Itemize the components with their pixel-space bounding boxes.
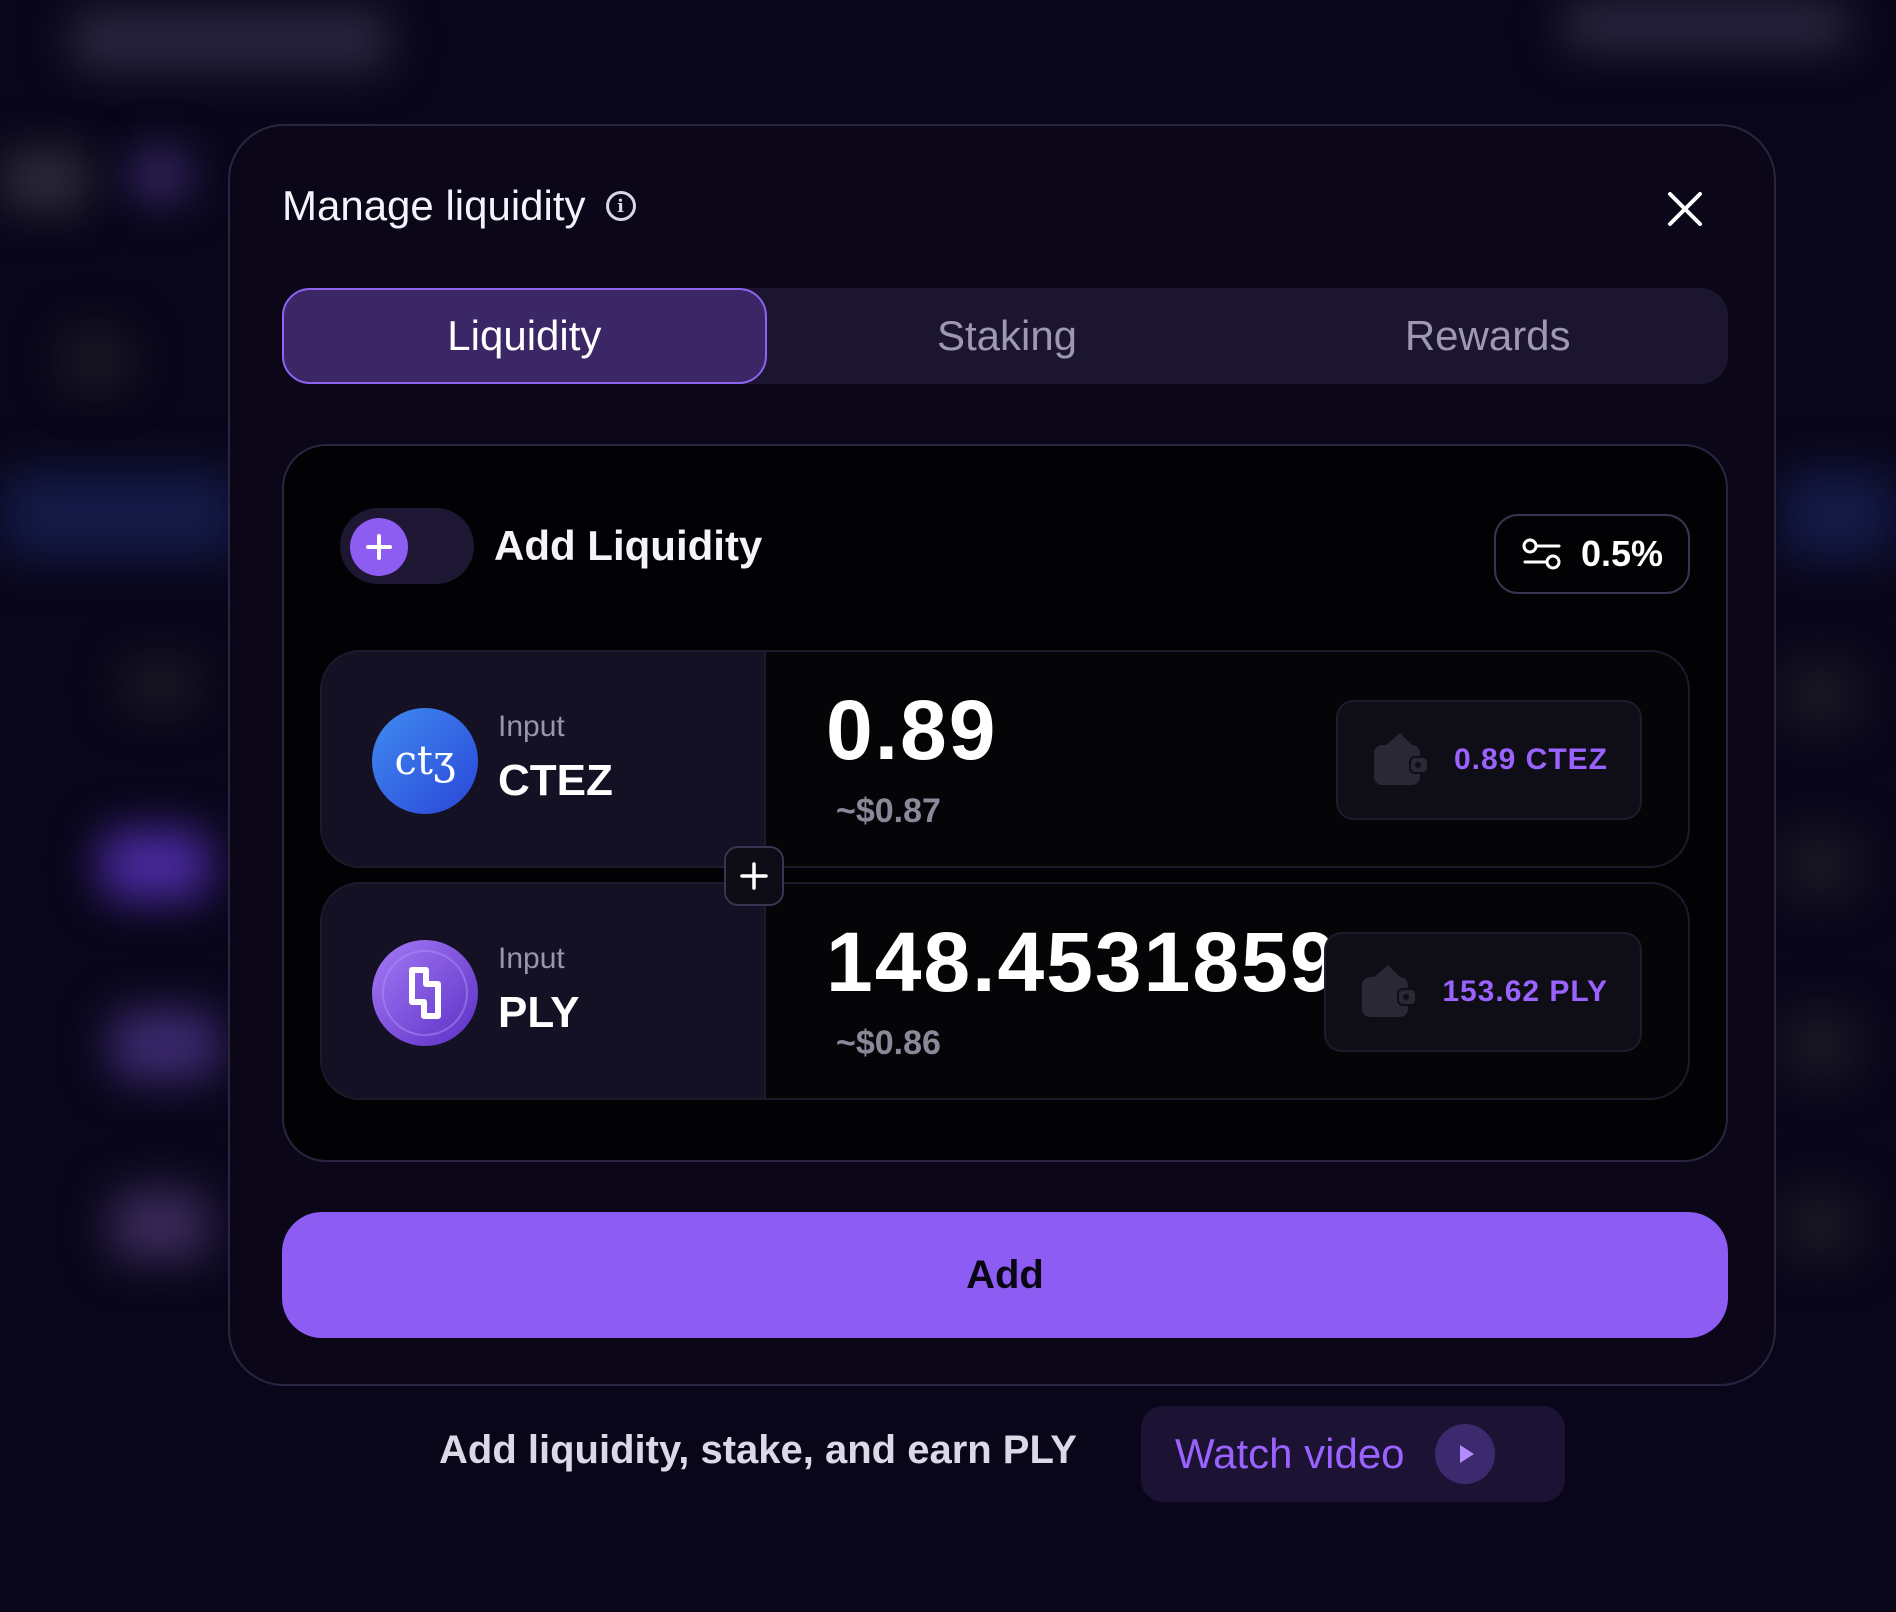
usd-value: ~$0.86: [836, 1024, 941, 1062]
balance-text: 153.62 PLY: [1442, 975, 1608, 1008]
token-symbol: PLY: [498, 988, 580, 1037]
close-button[interactable]: [1662, 186, 1708, 232]
max-balance-button[interactable]: 153.62 PLY: [1324, 932, 1642, 1052]
add-liquidity-panel: Add Liquidity 0.5% ctʒ Input CTEZ 0.89 ~…: [282, 444, 1728, 1162]
token-input-label: Input: [498, 942, 565, 975]
tab-rewards[interactable]: Rewards: [1247, 288, 1728, 384]
balance-text: 0.89 CTEZ: [1453, 743, 1608, 776]
plus-icon: [724, 846, 784, 906]
slippage-settings-button[interactable]: 0.5%: [1494, 514, 1690, 594]
watch-video-button[interactable]: Watch video: [1141, 1406, 1565, 1502]
ply-token-icon: [372, 940, 478, 1046]
usd-value: ~$0.87: [836, 792, 941, 830]
token-input-row: Input PLY 148.45318596 ~$0.86 153.62 PLY: [320, 882, 1690, 1100]
tab-bar: Liquidity Staking Rewards: [282, 288, 1728, 384]
token-input-row: ctʒ Input CTEZ 0.89 ~$0.87 0.89 CTEZ: [320, 650, 1690, 868]
token-symbol: CTEZ: [498, 756, 613, 805]
modal-title-text: Manage liquidity: [282, 182, 586, 229]
add-remove-toggle[interactable]: [340, 508, 474, 584]
close-icon: [1668, 192, 1702, 226]
token-selector[interactable]: Input PLY: [322, 884, 766, 1098]
amount-input[interactable]: 148.45318596: [826, 914, 1346, 1011]
watch-video-label: Watch video: [1175, 1430, 1405, 1477]
slippage-value: 0.5%: [1580, 533, 1664, 574]
add-button[interactable]: Add: [282, 1212, 1728, 1338]
info-icon[interactable]: i: [605, 191, 636, 221]
panel-heading: Add Liquidity: [494, 522, 763, 569]
svg-text:ctʒ: ctʒ: [394, 738, 455, 784]
wallet-icon: [1362, 965, 1418, 1017]
wallet-icon: [1373, 733, 1429, 785]
tab-staking[interactable]: Staking: [767, 288, 1248, 384]
tab-liquidity[interactable]: Liquidity: [282, 288, 767, 384]
token-input-label: Input: [498, 710, 565, 743]
ctez-token-icon: ctʒ: [372, 708, 478, 814]
manage-liquidity-modal: Manage liquidity i Liquidity Staking Rew…: [228, 124, 1776, 1386]
max-balance-button[interactable]: 0.89 CTEZ: [1335, 700, 1642, 820]
token-selector[interactable]: ctʒ Input CTEZ: [322, 652, 766, 866]
plus-icon: [350, 518, 408, 576]
play-icon: [1434, 1424, 1495, 1484]
modal-title: Manage liquidity i: [282, 182, 636, 230]
amount-input[interactable]: 0.89: [826, 682, 1346, 779]
footer-text: Add liquidity, stake, and earn PLY: [439, 1428, 1077, 1472]
sliders-icon: [1522, 538, 1561, 570]
